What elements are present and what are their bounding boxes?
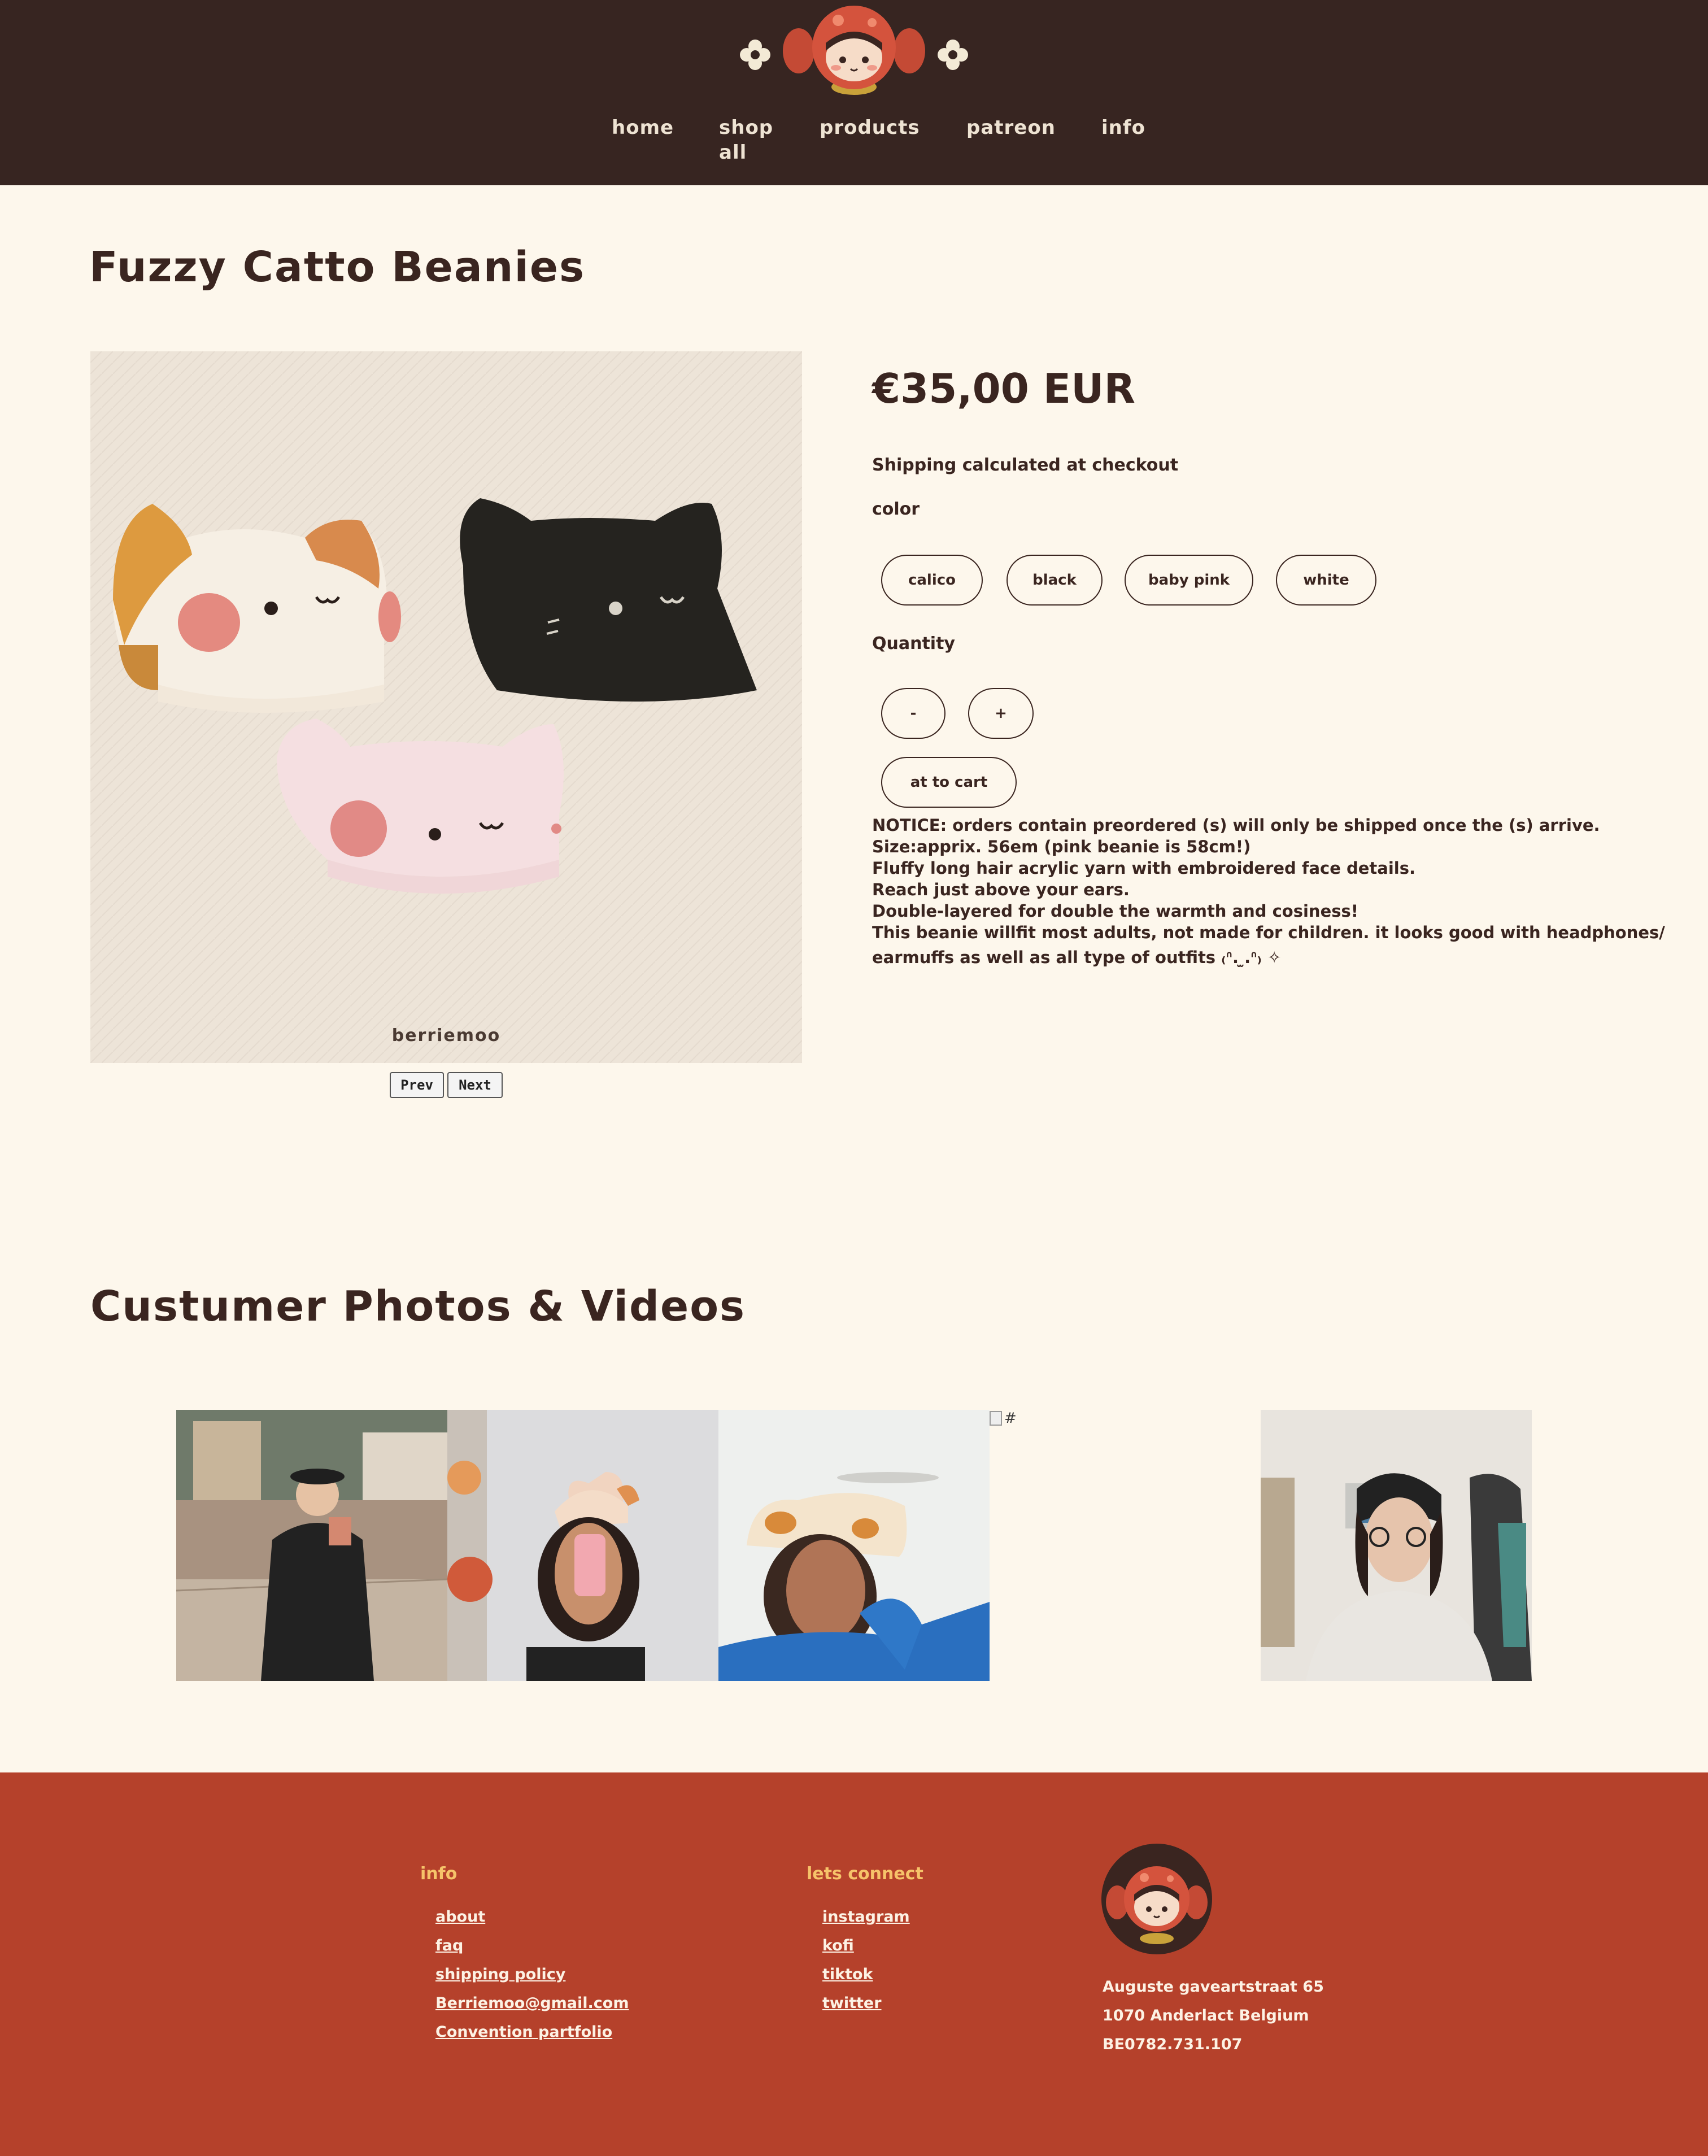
footer-link-about[interactable]: about bbox=[435, 1908, 485, 1926]
footer-link-kofi[interactable]: kofi bbox=[822, 1937, 854, 1954]
flower-icon bbox=[740, 40, 770, 70]
product-description: NOTICE: orders contain preordered (s) wi… bbox=[872, 815, 1674, 968]
nav-home[interactable]: home bbox=[612, 115, 674, 140]
page-title: Fuzzy Catto Beanies bbox=[89, 243, 586, 291]
description-line: Size:apprix. 56em (pink beanie is 58cm!) bbox=[872, 837, 1251, 856]
footer-vat-number: BE0782.731.107 bbox=[1103, 2036, 1243, 2053]
prev-button[interactable]: Prev bbox=[390, 1072, 444, 1098]
footer-info-heading: info bbox=[420, 1864, 457, 1884]
product-price: €35,00 EUR bbox=[872, 365, 1135, 412]
description-line: This beanie willfit most adults, not mad… bbox=[872, 923, 1665, 942]
footer-connect-heading: lets connect bbox=[807, 1864, 923, 1884]
description-line: Double-layered for double the warmth and… bbox=[872, 901, 1358, 921]
footer-link-instagram[interactable]: instagram bbox=[822, 1908, 910, 1926]
footer-logo bbox=[1101, 1844, 1212, 1954]
customer-photo[interactable] bbox=[176, 1410, 447, 1681]
nav-shop-all[interactable]: shop all bbox=[719, 115, 773, 165]
cat-beanies-photo bbox=[90, 351, 802, 1063]
customer-photo[interactable] bbox=[447, 1410, 718, 1681]
footer-link-tiktok[interactable]: tiktok bbox=[822, 1966, 873, 1983]
berriemoo-mascot-icon bbox=[1106, 1866, 1208, 1944]
logo[interactable] bbox=[734, 3, 974, 97]
site-footer bbox=[0, 1772, 1708, 2156]
description-line: Fluffy long hair acrylic yarn with embro… bbox=[872, 859, 1416, 878]
nav-patreon[interactable]: patreon bbox=[966, 115, 1056, 140]
color-option-calico[interactable]: calico bbox=[881, 555, 983, 606]
berriemoo-mascot-icon bbox=[783, 6, 925, 95]
broken-image-icon bbox=[990, 1411, 1002, 1426]
footer-link-faq[interactable]: faq bbox=[435, 1937, 463, 1954]
description-line: Reach just above your ears. bbox=[872, 880, 1130, 899]
footer-link-convention-portfolio[interactable]: Convention partfolio bbox=[435, 2023, 612, 2041]
add-to-cart-button[interactable]: at to cart bbox=[881, 757, 1017, 808]
color-option-white[interactable]: white bbox=[1276, 555, 1376, 606]
color-option-baby-pink[interactable]: baby pink bbox=[1125, 555, 1253, 606]
quantity-decrease-button[interactable]: - bbox=[881, 688, 945, 739]
nav-info[interactable]: info bbox=[1101, 115, 1145, 140]
product-image[interactable]: berriemoo bbox=[90, 351, 802, 1063]
image-caption: berriemoo bbox=[391, 1026, 501, 1046]
next-button[interactable]: Next bbox=[447, 1072, 503, 1098]
broken-image: # bbox=[990, 1410, 1017, 1427]
flower-icon bbox=[938, 40, 968, 70]
customer-photo[interactable] bbox=[1261, 1410, 1532, 1681]
quantity-increase-button[interactable]: + bbox=[968, 688, 1034, 739]
nav-products[interactable]: products bbox=[820, 115, 920, 140]
footer-link-twitter[interactable]: twitter bbox=[822, 1994, 882, 2012]
customer-photos-title: Custumer Photos & Videos bbox=[90, 1282, 746, 1331]
shipping-note: Shipping calculated at checkout bbox=[872, 455, 1179, 475]
footer-address-line: Auguste gaveartstraat 65 bbox=[1103, 1978, 1324, 1996]
footer-address-line: 1070 Anderlact Belgium bbox=[1103, 2007, 1309, 2024]
color-label: color bbox=[872, 499, 920, 519]
broken-image-alt: # bbox=[1004, 1410, 1017, 1427]
footer-link-shipping-policy[interactable]: shipping policy bbox=[435, 1966, 565, 1983]
description-line: NOTICE: orders contain preordered (s) wi… bbox=[872, 816, 1600, 835]
description-line: earmuffs as well as all type of outfits … bbox=[872, 948, 1282, 967]
color-option-black[interactable]: black bbox=[1006, 555, 1103, 606]
footer-link-email[interactable]: Berriemoo@gmail.com bbox=[435, 1994, 629, 2012]
customer-photo[interactable] bbox=[718, 1410, 990, 1681]
quantity-label: Quantity bbox=[872, 634, 955, 654]
site-header: home shop all products patreon info bbox=[0, 0, 1708, 185]
